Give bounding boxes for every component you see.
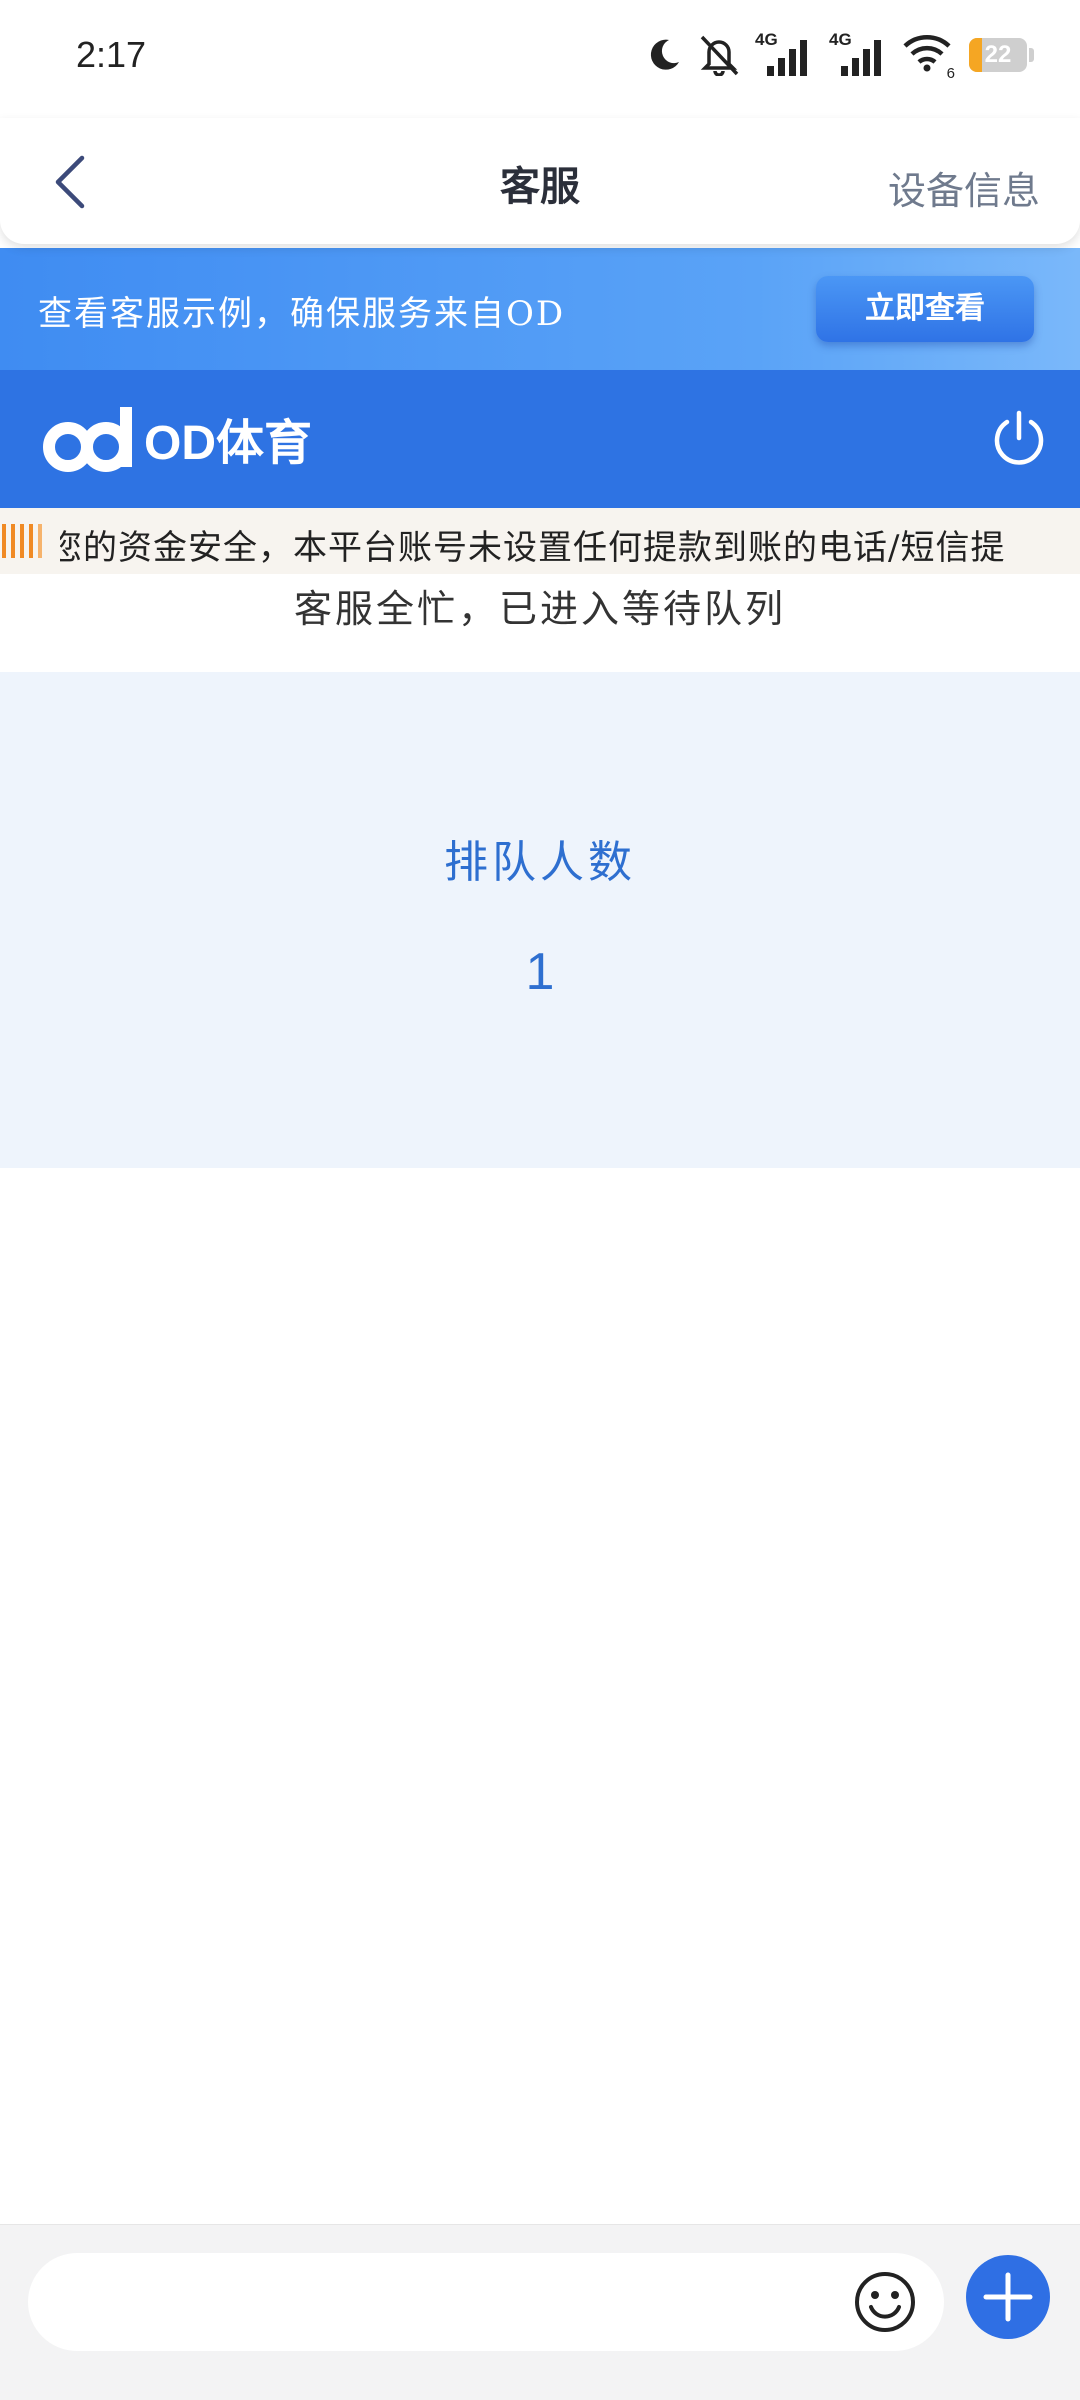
emoji-button[interactable] [852,2269,918,2335]
status-bar: 2:17 4G 4G 6 22 [0,0,1080,118]
od-logo: OD体育 [42,400,312,476]
brand-bar: OD体育 [0,370,1080,508]
wifi-sub-label: 6 [946,65,955,82]
message-input[interactable] [28,2253,944,2351]
notice-banner: 查看客服示例，确保服务来自OD 立即查看 [0,248,1080,370]
queue-count-label: 排队人数 [444,837,636,888]
marquee-text: 您的资金安全，本平台账号未设置任何提款到账的电话/短信提 [48,528,1006,568]
battery: 22 [969,38,1034,72]
status-icons: 4G 4G 6 22 [645,30,1034,82]
signal-strength-icon [841,40,881,76]
banner-text: 查看客服示例，确保服务来自OD [38,294,566,334]
device-info-button[interactable]: 设备信息 [888,160,1040,215]
od-logo-mark [43,407,132,472]
add-attachment-button[interactable] [966,2255,1050,2339]
bell-muted-icon [700,35,739,76]
wifi-icon [903,35,951,72]
chat-input-bar [0,2224,1080,2400]
smiley-icon [855,2272,915,2332]
plus-icon [983,2272,1033,2322]
logo-text: OD体育 [144,417,313,470]
app-header: 客服 设备信息 [0,118,1080,244]
signal-strength-icon [767,40,807,76]
notice-marquee: 您的资金安全，本平台账号未设置任何提款到账的电话/短信提 [0,508,1080,574]
moon-icon [650,39,679,70]
battery-level: 22 [984,41,1012,68]
power-button[interactable] [988,408,1050,470]
wifi: 6 [903,32,955,82]
view-now-button[interactable]: 立即查看 [816,276,1034,342]
queue-count-value: 1 [525,943,555,1001]
signal-2: 4G [829,30,889,78]
queue-panel: 排队人数 1 [0,672,1080,1168]
speaker-icon [0,518,60,564]
queue-status-message: 客服全忙，已进入等待队列 [293,587,786,631]
power-icon [994,410,1044,465]
status-time: 2:17 [76,34,147,75]
signal-1: 4G [755,30,815,78]
